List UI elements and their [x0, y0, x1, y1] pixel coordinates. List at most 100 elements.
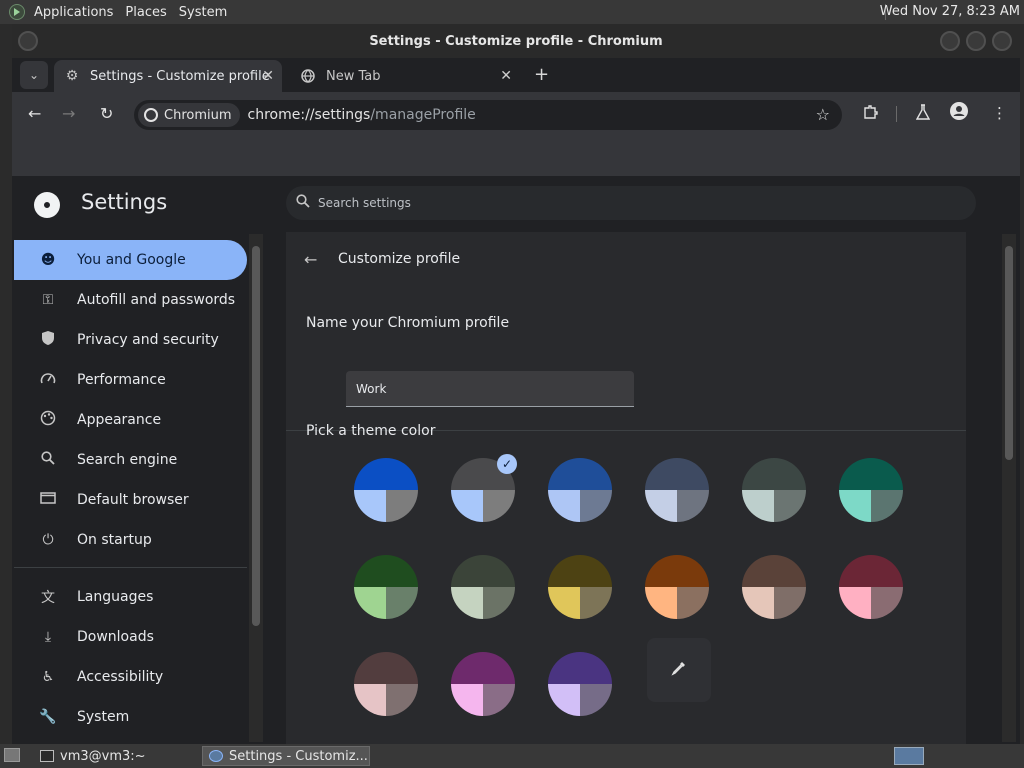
tab-label: Settings - Customize profile: [90, 68, 270, 84]
browser-icon: [38, 492, 58, 508]
tab-label: New Tab: [326, 68, 381, 84]
sidebar-item-performance[interactable]: Performance: [14, 360, 247, 400]
theme-color-swatch[interactable]: [548, 652, 612, 716]
maximize-button[interactable]: [966, 31, 986, 51]
workspace-switcher[interactable]: [894, 747, 924, 765]
settings-sidebar: ☻ You and Google ⚿ Autofill and password…: [14, 232, 247, 744]
sidebar-item-autofill[interactable]: ⚿ Autofill and passwords: [14, 280, 247, 320]
site-info-chip[interactable]: Chromium: [138, 103, 240, 127]
sidebar-item-languages[interactable]: 文 Languages: [14, 577, 247, 617]
gear-icon: ⚙: [65, 68, 79, 84]
theme-color-swatch[interactable]: [645, 458, 709, 522]
theme-color-swatch[interactable]: [742, 555, 806, 619]
sidebar-item-you-and-google[interactable]: ☻ You and Google: [14, 240, 247, 280]
window-menu-button[interactable]: [18, 31, 38, 51]
minimize-button[interactable]: [940, 31, 960, 51]
theme-color-label: Pick a theme color: [306, 423, 436, 439]
scrollbar-thumb[interactable]: [1005, 246, 1013, 460]
theme-color-swatch[interactable]: [354, 652, 418, 716]
sidebar-item-downloads[interactable]: ⤓ Downloads: [14, 617, 247, 657]
chevron-down-icon: ⌄: [28, 68, 40, 82]
address-bar[interactable]: Chromium chrome://settings/manageProfile…: [134, 100, 842, 130]
tab-strip: ⌄ ⚙ Settings - Customize profile ✕ New T…: [12, 58, 1020, 92]
key-icon: ⚿: [42, 292, 54, 308]
taskbar-item-chromium[interactable]: Settings - Customiz...: [202, 746, 370, 766]
url-path: /manageProfile: [370, 107, 476, 123]
theme-color-swatch[interactable]: [548, 555, 612, 619]
system-menu[interactable]: System: [179, 5, 227, 20]
url-text[interactable]: chrome://settings/manageProfile: [248, 107, 476, 123]
labs-flask-icon[interactable]: [915, 104, 931, 124]
url-host: chrome://settings: [247, 107, 371, 123]
theme-color-swatch[interactable]: [645, 555, 709, 619]
sidebar-item-search-engine[interactable]: Search engine: [14, 440, 247, 480]
new-tab-button[interactable]: +: [534, 64, 549, 85]
sidebar-item-accessibility[interactable]: ♿ Accessibility: [14, 657, 247, 697]
power-icon: ⏻: [42, 532, 54, 548]
sidebar-item-privacy[interactable]: Privacy and security: [14, 320, 247, 360]
theme-color-swatch[interactable]: [354, 458, 418, 522]
sidebar-item-label: Autofill and passwords: [77, 292, 236, 308]
sidebar-item-appearance[interactable]: Appearance: [14, 400, 247, 440]
back-arrow-icon[interactable]: ←: [304, 250, 317, 269]
toolbar-separator: [896, 106, 897, 122]
task-label: vm3@vm3:~: [60, 748, 146, 764]
bottom-taskbar: vm3@vm3:~ Settings - Customiz...: [0, 744, 1024, 768]
close-tab-icon[interactable]: ✕: [262, 68, 274, 84]
more-menu-icon[interactable]: ⋮: [992, 104, 1007, 122]
tab-new-tab[interactable]: New Tab ✕: [290, 60, 520, 92]
extensions-icon[interactable]: [862, 104, 878, 124]
custom-color-button[interactable]: [647, 638, 711, 702]
shield-icon: [38, 330, 58, 350]
theme-color-swatch[interactable]: [451, 555, 515, 619]
sidebar-item-label: Search engine: [77, 452, 178, 468]
chromium-logo-icon: [34, 192, 60, 218]
sidebar-item-label: Performance: [77, 372, 166, 388]
window-titlebar[interactable]: Settings - Customize profile - Chromium: [12, 24, 1020, 58]
forward-arrow-icon[interactable]: →: [62, 104, 75, 123]
search-settings-input[interactable]: Search settings: [286, 186, 976, 220]
bookmark-star-icon[interactable]: ☆: [816, 105, 830, 124]
applications-menu[interactable]: Applications: [34, 5, 113, 20]
theme-color-swatch[interactable]: [354, 555, 418, 619]
sidebar-item-system[interactable]: 🔧 System: [14, 697, 247, 737]
places-menu[interactable]: Places: [125, 5, 166, 20]
close-window-button[interactable]: [992, 31, 1012, 51]
sidebar-item-label: Downloads: [77, 629, 154, 645]
theme-color-swatch[interactable]: [839, 458, 903, 522]
speedometer-icon: [38, 371, 58, 389]
top-panel: Applications Places System Wed Nov 27, 8…: [0, 0, 1024, 24]
sidebar-divider: [14, 567, 247, 568]
terminal-icon: [40, 750, 54, 762]
theme-color-swatch[interactable]: [742, 458, 806, 522]
back-arrow-icon[interactable]: ←: [28, 104, 41, 123]
profile-avatar-icon[interactable]: [950, 102, 968, 124]
close-tab-icon[interactable]: ✕: [500, 68, 512, 84]
theme-color-swatch[interactable]: [839, 555, 903, 619]
taskbar-item-terminal[interactable]: vm3@vm3:~: [34, 746, 194, 766]
tab-settings[interactable]: ⚙ Settings - Customize profile ✕: [54, 60, 282, 92]
search-icon: [296, 194, 310, 212]
customize-profile-card: ← Customize profile Name your Chromium p…: [286, 232, 966, 744]
main-scrollbar[interactable]: [1002, 234, 1016, 742]
theme-color-swatch[interactable]: [451, 652, 515, 716]
sidebar-item-default-browser[interactable]: Default browser: [14, 480, 247, 520]
gnome-foot-icon[interactable]: [9, 4, 25, 20]
clock[interactable]: Wed Nov 27, 8:23 AM: [880, 4, 1020, 19]
show-desktop-icon[interactable]: [4, 748, 20, 762]
search-icon: [38, 451, 58, 469]
toolbar-spacer: [12, 136, 1020, 176]
sidebar-scrollbar[interactable]: [249, 234, 263, 742]
download-icon: ⤓: [44, 629, 52, 645]
reload-icon[interactable]: ↻: [100, 104, 113, 123]
sidebar-item-on-startup[interactable]: ⏻ On startup: [14, 520, 247, 560]
scrollbar-thumb[interactable]: [252, 246, 260, 626]
browser-toolbar: ← → ↻ Chromium chrome://settings/manageP…: [12, 92, 1020, 136]
name-profile-label: Name your Chromium profile: [306, 315, 510, 331]
tab-search-button[interactable]: ⌄: [20, 61, 48, 89]
sidebar-item-label: You and Google: [77, 252, 186, 268]
settings-header: Settings Search settings: [14, 176, 1006, 232]
accessibility-icon: ♿: [41, 669, 55, 685]
theme-color-swatch[interactable]: [548, 458, 612, 522]
profile-name-input[interactable]: [346, 371, 634, 407]
